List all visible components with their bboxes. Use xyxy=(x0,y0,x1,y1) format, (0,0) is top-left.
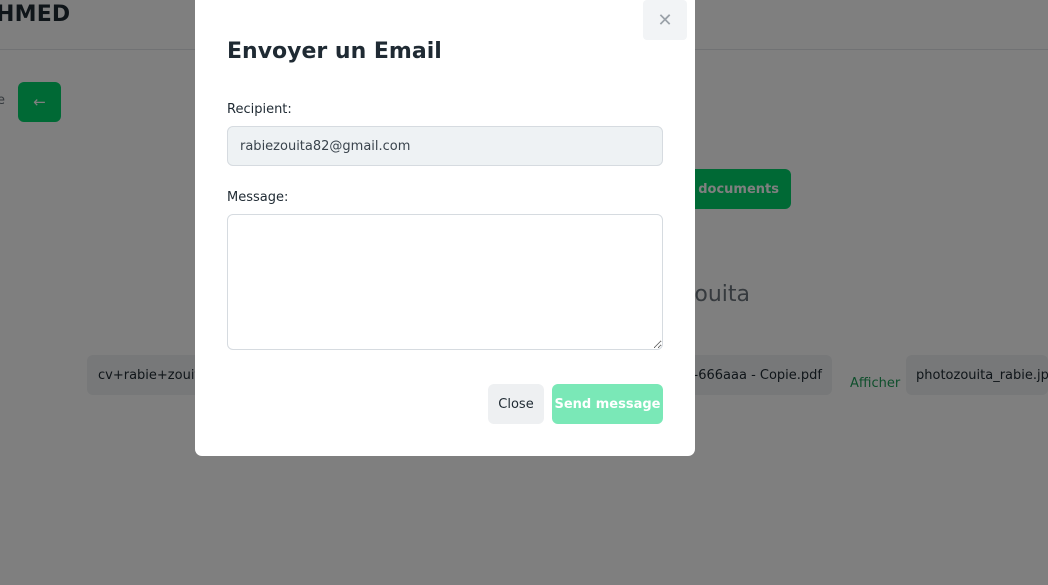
send-message-button[interactable]: Send message xyxy=(552,384,663,424)
close-button[interactable]: Close xyxy=(488,384,544,424)
modal-close-button[interactable]: ✕ xyxy=(643,0,687,40)
close-icon: ✕ xyxy=(657,9,673,31)
recipient-label: Recipient: xyxy=(227,102,292,117)
email-modal: ✕ Envoyer un Email Recipient: Message: C… xyxy=(195,0,695,456)
page: HMED e ← les documents zouita cv+rabie+z… xyxy=(0,0,1048,585)
message-textarea[interactable] xyxy=(227,214,663,350)
message-label: Message: xyxy=(227,190,289,205)
recipient-input[interactable] xyxy=(227,126,663,166)
modal-title: Envoyer un Email xyxy=(227,39,442,64)
